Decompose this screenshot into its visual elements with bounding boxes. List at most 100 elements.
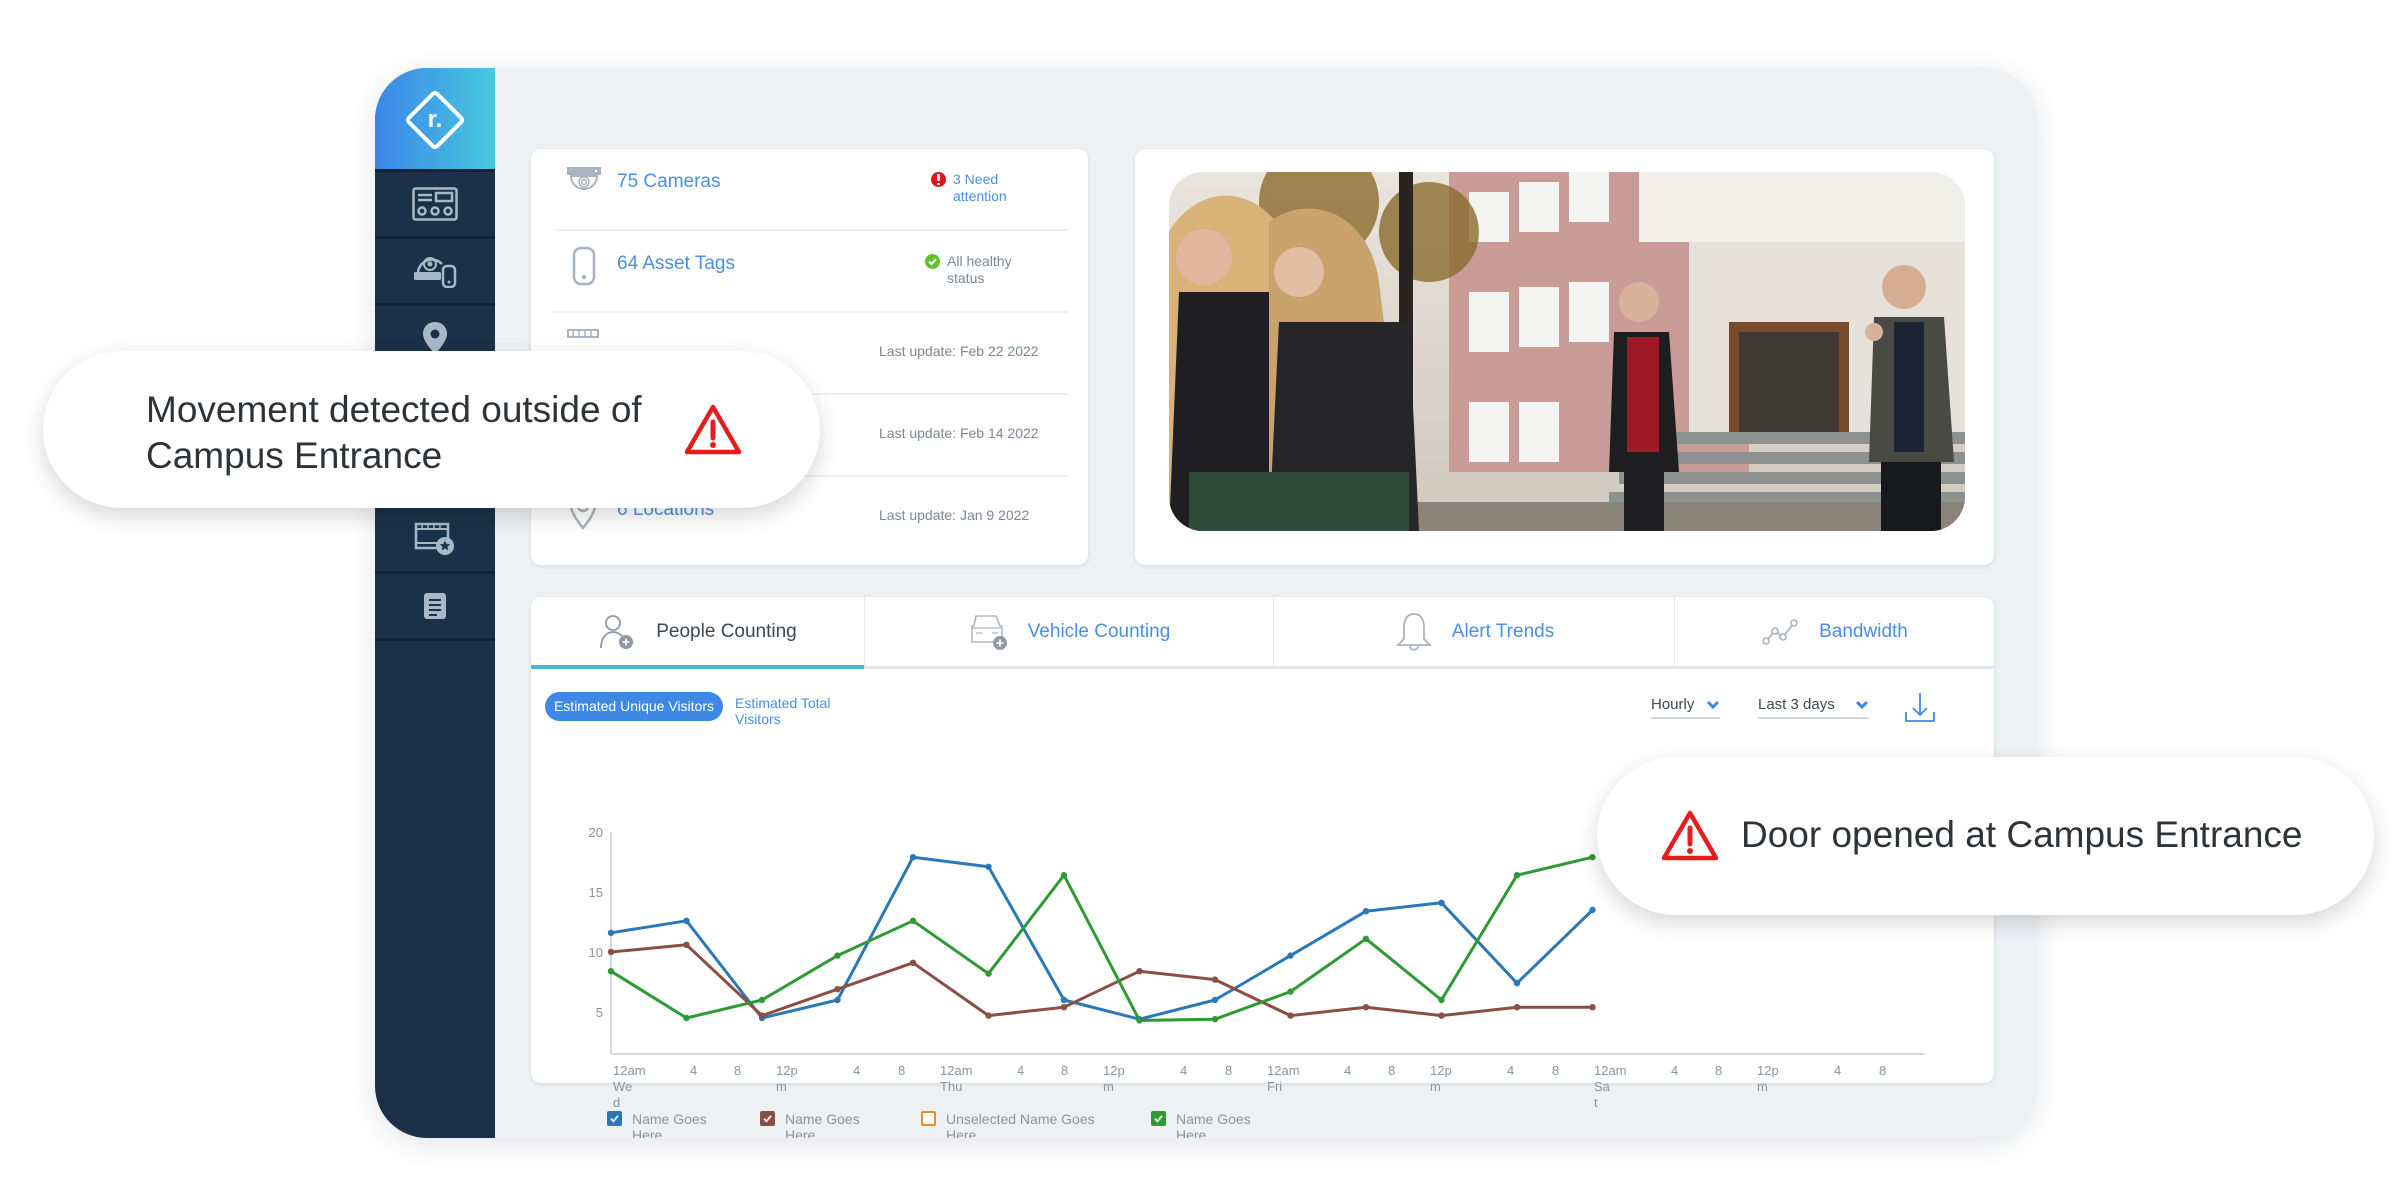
movement-alert-text: Movement detected outside of Campus Entr…	[146, 389, 642, 476]
camera-status[interactable]: 3 Need attention	[931, 171, 1051, 205]
x-tick-label: 8	[1388, 1063, 1395, 1078]
data-point	[1438, 996, 1445, 1004]
app-window: r. 75 Cameras 3 Need attention 64 Asset …	[375, 68, 2037, 1138]
data-point	[1211, 1016, 1219, 1023]
rack-panel-icon	[412, 187, 458, 221]
x-tick-label: 12am We d	[613, 1063, 646, 1107]
data-point	[1362, 935, 1370, 942]
sidebar-item-reports[interactable]	[375, 574, 495, 641]
camera-status-text: 3 Need attention	[953, 171, 1007, 204]
alert-icon	[931, 172, 946, 187]
row-4-last-update: Last update: Feb 14 2022	[879, 425, 1039, 441]
data-point	[1589, 1004, 1596, 1011]
x-tick-label: 8	[1225, 1063, 1232, 1078]
data-point	[909, 959, 917, 966]
x-tick-label: 8	[1715, 1063, 1722, 1078]
data-point	[1211, 996, 1219, 1004]
data-point	[1287, 988, 1294, 995]
x-tick-label: 4	[853, 1063, 860, 1078]
film-star-icon	[414, 522, 454, 555]
legend-label: Name Goes Here	[785, 1111, 860, 1138]
data-point	[909, 917, 917, 924]
legend-label: Name Goes Here	[632, 1111, 707, 1138]
data-point	[985, 863, 992, 870]
y-tick-label: 10	[589, 945, 603, 960]
data-point	[834, 952, 841, 959]
checkbox-checked-icon	[607, 1111, 622, 1126]
data-point	[1513, 1004, 1521, 1011]
data-point	[1287, 952, 1294, 959]
data-point	[1513, 872, 1521, 879]
legend-item-series-4[interactable]: Name Goes Here	[1151, 1111, 1256, 1138]
data-point	[607, 968, 615, 975]
x-tick-label: 8	[1552, 1063, 1559, 1078]
asset-tag-count[interactable]: 64 Asset Tags	[617, 253, 737, 274]
data-point	[683, 941, 690, 948]
data-point	[1589, 906, 1596, 914]
data-point	[834, 996, 841, 1004]
legend-item-series-2[interactable]: Name Goes Here	[760, 1111, 865, 1138]
x-tick-label: 12p m	[1430, 1063, 1452, 1094]
data-point	[1589, 854, 1596, 861]
data-point	[758, 1012, 766, 1019]
x-tick-label: 4	[1507, 1063, 1514, 1078]
x-tick-label: 4	[1344, 1063, 1351, 1078]
data-point	[683, 917, 690, 924]
door-alert-text: Door opened at Campus Entrance	[1741, 814, 2303, 855]
switch-last-update: Last update: Feb 22 2022	[879, 343, 1039, 359]
x-tick-label: 4	[1671, 1063, 1678, 1078]
x-tick-label: 12am Sa t	[1594, 1063, 1627, 1107]
data-point	[985, 1012, 992, 1019]
campus-entrance-photo	[1169, 172, 1965, 531]
summary-row-asset-tags[interactable]: 64 Asset Tags All healthy status	[553, 231, 1068, 313]
legend-label: Name Goes Here	[1176, 1111, 1251, 1138]
sidebar-item-devices[interactable]	[375, 172, 495, 239]
camera-count[interactable]: 75 Cameras	[617, 171, 737, 192]
data-point	[909, 854, 917, 861]
data-point	[1136, 968, 1143, 975]
data-point	[1438, 899, 1445, 906]
camera-feed-image[interactable]	[1169, 172, 1965, 531]
x-tick-label: 8	[1061, 1063, 1068, 1078]
x-tick-label: 8	[1879, 1063, 1886, 1078]
logo-text: r.	[427, 106, 443, 133]
camera-feed-card	[1135, 149, 1994, 565]
x-tick-label: 12p m	[776, 1063, 798, 1094]
x-tick-label: 12p m	[1757, 1063, 1779, 1094]
door-alert-toast[interactable]: Door opened at Campus Entrance	[1597, 757, 2374, 915]
asset-tag-status-text: All healthy status	[947, 253, 1012, 286]
x-tick-label: 4	[1017, 1063, 1024, 1078]
series-line-2	[610, 943, 1593, 1018]
summary-row-cameras[interactable]: 75 Cameras 3 Need attention	[553, 149, 1068, 231]
x-tick-label: 4	[690, 1063, 697, 1078]
legend-label: Unselected Name Goes Here	[946, 1111, 1095, 1138]
data-point	[1136, 1017, 1143, 1024]
movement-alert-toast[interactable]: Movement detected outside of Campus Entr…	[43, 351, 820, 508]
asset-tag-status: All healthy status	[925, 253, 1045, 287]
warning-icon	[684, 404, 742, 455]
data-point	[1438, 1012, 1445, 1019]
warning-icon	[1661, 810, 1719, 861]
data-point	[1060, 1004, 1068, 1011]
data-point	[1513, 980, 1521, 987]
data-point	[834, 986, 841, 993]
data-point	[607, 948, 615, 956]
checkbox-checked-icon	[1151, 1111, 1166, 1126]
legend-item-series-3[interactable]: Unselected Name Goes Here	[921, 1111, 1116, 1138]
data-point	[1060, 996, 1068, 1004]
x-tick-label: 4	[1180, 1063, 1187, 1078]
dome-camera-icon	[567, 167, 601, 190]
location-last-update: Last update: Jan 9 2022	[879, 507, 1030, 523]
sidebar: r.	[375, 68, 495, 1138]
sidebar-item-video-favorites[interactable]	[375, 507, 495, 574]
document-icon	[424, 593, 446, 619]
data-point	[607, 929, 615, 936]
y-tick-label: 5	[596, 1005, 603, 1020]
series-line-4	[610, 855, 1593, 1022]
x-tick-label: 8	[898, 1063, 905, 1078]
sidebar-item-cameras-and-tags[interactable]	[375, 239, 495, 306]
logo[interactable]: r.	[375, 68, 495, 172]
checkbox-checked-icon	[760, 1111, 775, 1126]
x-tick-label: 12am Thu	[940, 1063, 973, 1094]
legend-item-series-1[interactable]: Name Goes Here	[607, 1111, 712, 1138]
